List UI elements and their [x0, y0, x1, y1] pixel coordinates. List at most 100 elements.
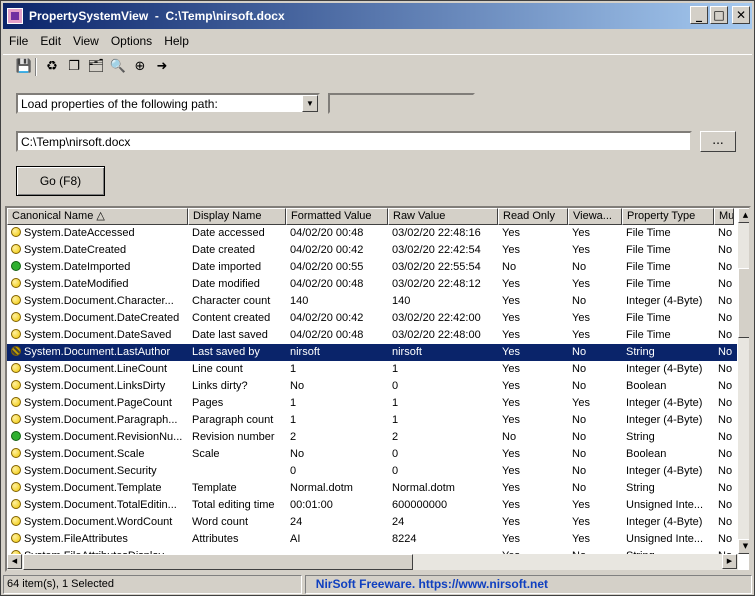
table-row[interactable]: System.Document.TotalEditin... Total edit… [7, 497, 737, 514]
table-cell: Yes [568, 395, 622, 412]
column-header-8[interactable]: Mul [714, 208, 734, 225]
table-cell: Integer (4-Byte) [622, 395, 714, 412]
scroll-right-icon[interactable]: ▶ [722, 554, 737, 569]
horizontal-scroll-thumb[interactable] [23, 554, 413, 570]
table-row[interactable]: System.Document.Paragraph... Paragraph co… [7, 412, 737, 429]
yellow-status-icon [11, 414, 21, 425]
table-row[interactable]: System.Document.WordCount Word count 24 24 Y… [7, 514, 737, 531]
table-row[interactable]: System.DateModified Date modified 04/02/20… [7, 276, 737, 293]
column-header-6[interactable]: Viewa... [568, 208, 622, 225]
properties-icon[interactable]: 🗂 [85, 57, 107, 77]
vertical-scrollbar[interactable]: ▲ ▼ [738, 208, 749, 554]
menu-view[interactable]: View [67, 34, 105, 48]
table-row[interactable]: System.Document.LastAuthor Last saved by n… [7, 344, 737, 361]
table-cell: System.FileAttributes [7, 531, 188, 548]
table-row[interactable]: System.Document.Character... Character co… [7, 293, 737, 310]
scroll-left-icon[interactable]: ◀ [7, 554, 22, 569]
column-header-5[interactable]: Read Only [498, 208, 568, 225]
cell-text: Content created [192, 312, 271, 324]
table-cell: System.Document.LineCount [7, 361, 188, 378]
table-row[interactable]: System.Document.PageCount Pages 1 1 Yes Yes In… [7, 395, 737, 412]
horizontal-scrollbar[interactable]: ◀ ▶ [7, 554, 738, 570]
nirsoft-link[interactable]: NirSoft Freeware. https://www.nirsoft.ne… [304, 575, 752, 594]
table-row[interactable]: System.FileAttributes Attributes AI 8224 Yes… [7, 531, 737, 548]
cell-text: String [626, 431, 655, 443]
column-header-3[interactable]: Formatted Value [286, 208, 388, 225]
go-button[interactable]: Go (F8) [16, 166, 105, 196]
cell-text: 04/02/20 00:48 [290, 227, 364, 239]
scroll-down-icon[interactable]: ▼ [738, 539, 749, 554]
cell-text: File Time [626, 227, 671, 239]
table-row[interactable]: System.Document.Template Template Normal.d… [7, 480, 737, 497]
find-icon[interactable]: 🔍 [107, 57, 129, 77]
menu-file[interactable]: File [3, 34, 34, 48]
table-cell: Yes [498, 327, 568, 344]
cell-text: String [626, 482, 655, 494]
cell-text: Revision number [192, 431, 275, 443]
minimize-icon[interactable]: _ [690, 6, 708, 24]
target-icon[interactable]: ⊕ [129, 57, 151, 77]
table-cell: Yes [498, 344, 568, 361]
cell-text: Date last saved [192, 329, 268, 341]
table-row[interactable]: System.DateImported Date imported 04/02/20… [7, 259, 737, 276]
table-row[interactable]: System.DateCreated Date created 04/02/20 0… [7, 242, 737, 259]
table-row[interactable]: System.Document.LineCount Line count 1 1 Yes… [7, 361, 737, 378]
table-row[interactable]: System.Document.DateSaved Date last saved… [7, 327, 737, 344]
table-cell: No [286, 446, 388, 463]
table-cell: No [568, 480, 622, 497]
column-header-7[interactable]: Property Type [622, 208, 714, 225]
cell-text: 140 [290, 295, 309, 307]
cell-text: Date created [192, 244, 255, 256]
table-cell: Yes [498, 361, 568, 378]
cell-text: Yes [502, 363, 520, 375]
table-cell: No [286, 378, 388, 395]
browse-button[interactable]: ... [700, 131, 736, 152]
cell-text: 2 [290, 431, 297, 443]
vertical-scroll-thumb[interactable] [738, 268, 749, 338]
cell-text: 00:01:00 [290, 499, 333, 511]
table-cell: Yes [498, 480, 568, 497]
refresh-icon[interactable]: ♻ [41, 57, 63, 77]
cell-text: Pages [192, 397, 224, 409]
table-cell: Character count [188, 293, 286, 310]
save-icon[interactable]: 💾 [13, 57, 35, 77]
table-cell: File Time [622, 327, 714, 344]
green-status-icon [11, 261, 21, 272]
column-header-4[interactable]: Raw Value [388, 208, 498, 225]
title-bar[interactable]: PropertySystemView - C:\Temp\nirsoft.doc… [3, 3, 752, 29]
path-input[interactable]: C:\Temp\nirsoft.docx [16, 131, 692, 152]
yellow-status-icon [11, 329, 21, 340]
copy-icon[interactable]: ❐ [63, 57, 85, 77]
table-cell: Date last saved [188, 327, 286, 344]
table-cell: System.DateImported [7, 259, 188, 276]
table-cell: File Time [622, 225, 714, 242]
properties-list[interactable]: Canonical Name △ Display Name Formatted Va… [5, 206, 751, 572]
table-row[interactable]: System.Document.DateCreated Content creat… [7, 310, 737, 327]
table-row[interactable]: System.Document.RevisionNu... Revision nu… [7, 429, 737, 446]
window-title: PropertySystemView - C:\Temp\nirsoft.doc… [29, 9, 285, 23]
table-row[interactable]: System.Document.Security 0 0 Yes No Integer (… [7, 463, 737, 480]
cell-text: Yes [502, 312, 520, 324]
cell-text: 0 [392, 448, 399, 460]
cell-text: Yes [502, 329, 520, 341]
chevron-down-icon[interactable]: ▼ [302, 95, 318, 112]
close-icon[interactable]: ✕ [732, 6, 750, 24]
cell-text: nirsoft [290, 346, 320, 358]
cell-text: Yes [502, 295, 520, 307]
table-row[interactable]: System.Document.Scale Scale No 0 Yes No Boolea… [7, 446, 737, 463]
table-row[interactable]: System.Document.LinksDirty Links dirty? No… [7, 378, 737, 395]
cell-text: Line count [192, 363, 243, 375]
column-header-2[interactable]: Display Name [188, 208, 286, 225]
column-header-1[interactable]: Canonical Name △ [7, 208, 188, 225]
table-cell: Yes [568, 310, 622, 327]
cell-text: No [718, 397, 733, 409]
cell-text: 8224 [392, 533, 417, 545]
menu-edit[interactable]: Edit [34, 34, 67, 48]
load-mode-select[interactable]: Load properties of the following path: ▼ [16, 93, 320, 114]
menu-options[interactable]: Options [105, 34, 158, 48]
exit-icon[interactable]: ➜ [151, 57, 173, 77]
menu-help[interactable]: Help [158, 34, 195, 48]
scroll-up-icon[interactable]: ▲ [738, 208, 749, 223]
maximize-icon[interactable]: □ [710, 6, 728, 24]
table-row[interactable]: System.DateAccessed Date accessed 04/02/20… [7, 225, 737, 242]
